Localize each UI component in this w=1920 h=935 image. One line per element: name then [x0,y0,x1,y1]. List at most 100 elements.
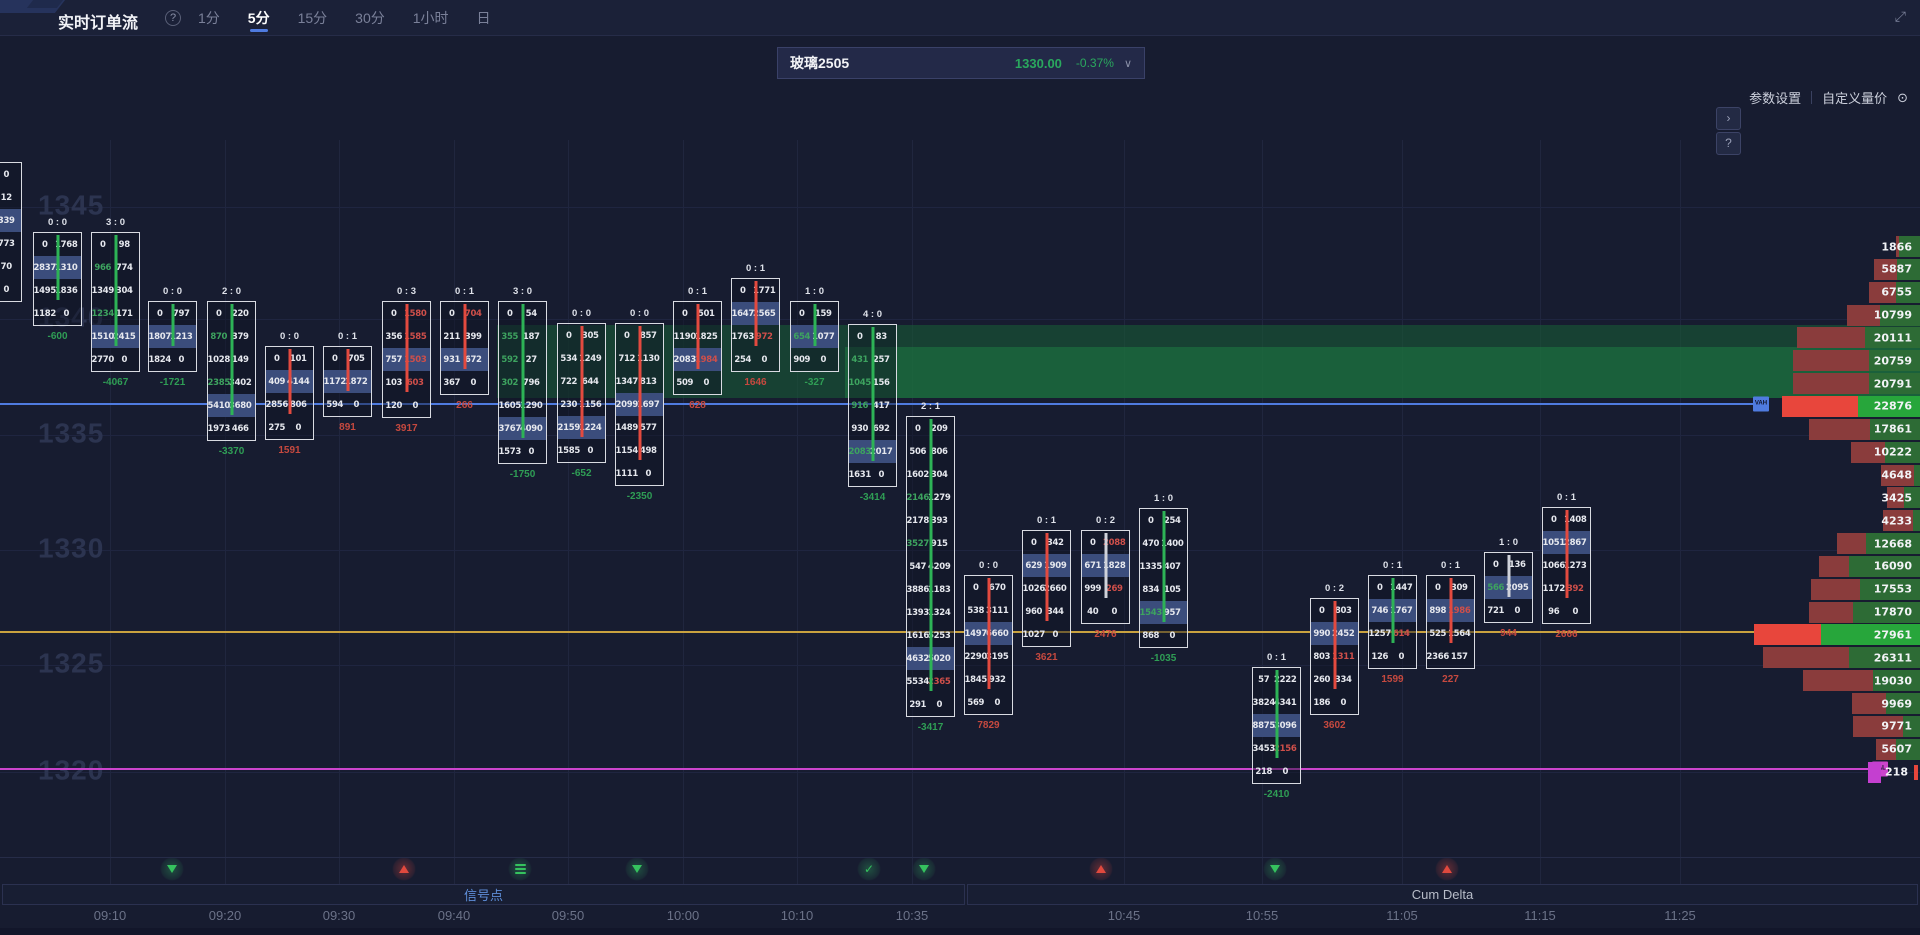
delta-direction-line [1045,533,1048,621]
bid-cell: 538 [965,599,987,622]
footprint-box: 034262919091026266096034410270 [1022,530,1071,647]
custom-volume-price-button[interactable]: 自定义量价 [1822,88,1887,107]
footprint-row: 1260 [1369,645,1416,668]
signal-panel-header[interactable]: 信号点 [2,884,965,905]
footprint-box: 012339773700 [0,162,22,302]
tab-5分[interactable]: 5分 [248,0,270,36]
bar-delta: -3414 [836,492,909,503]
time-axis-label: 10:45 [1108,908,1141,923]
bid-cell: 1347 [616,370,638,393]
ask-cell: 0 [1565,600,1587,623]
delta-direction-line [346,349,349,391]
time-axis-label: 10:55 [1246,908,1279,923]
delta-direction-line [463,304,466,369]
page-title: 实时订单流 [58,9,138,33]
cum-delta-panel-header[interactable]: Cum Delta [967,884,1918,905]
buy-volume-segment [1913,510,1920,531]
bid-cell: 990 [1311,622,1333,645]
instrument-selector[interactable]: 玻璃2505 1330.00 -0.37% ∨ [777,47,1145,79]
tab-1分[interactable]: 1分 [198,0,220,36]
sell-volume-segment [1837,533,1866,554]
bar-delta: 3602 [1298,720,1371,731]
ask-cell: 0 [1391,645,1413,668]
ask-cell: 0 [1333,691,1355,714]
volume-profile-row: 27961 [1754,624,1920,645]
signal-marker-layers[interactable] [508,857,532,881]
delta-direction-line [1565,510,1568,598]
profile-value: 12668 [1874,537,1912,550]
signal-marker-tri-down[interactable] [1263,857,1287,881]
profile-value: 20759 [1874,354,1912,367]
settings-button[interactable]: 参数设置 [1749,88,1801,107]
footprint-row: 70 [0,255,21,278]
bid-cell: 0 [1082,531,1104,554]
bid-cell: 0 [674,302,696,325]
profile-value: 17870 [1874,606,1912,619]
chart-bottom-border [0,857,1920,858]
bid-cell: 2146 [907,486,929,509]
gear-icon[interactable]: ⊙ [1897,90,1908,106]
signal-marker-tri-up[interactable] [1089,857,1113,881]
footprint-row: 2366157 [1427,645,1474,668]
profile-value: 3425 [1881,491,1912,504]
bid-cell: 916 [849,394,871,417]
bid-cell: 3886 [907,578,929,601]
ask-cell: 0 [114,348,136,371]
footprint-box: 0220870379102814923853402541036801973466 [207,301,256,441]
bar-delta: 1591 [253,445,326,456]
imbalance-header: 3 : 0 [83,217,148,228]
help-icon[interactable]: ? [165,10,181,26]
tab-15分[interactable]: 15分 [298,0,328,36]
signal-panel-label: 信号点 [464,885,503,904]
profile-value: 9969 [1881,697,1912,710]
delta-direction-line [114,235,117,346]
bid-cell: 470 [1140,532,1162,555]
panel-help-button[interactable]: ? [1716,132,1741,155]
footprint-row: 18240 [149,348,196,371]
bottom-strip [0,928,1920,935]
price-gridline [0,207,1920,208]
tab-1小时[interactable]: 1小时 [413,0,449,36]
bar-delta: -652 [545,468,618,479]
footprint-box: 07971807121318240 [148,301,197,372]
bid-cell: 898 [1427,599,1449,622]
bid-cell: 0 [1023,531,1045,554]
signal-marker-tri-down[interactable] [160,857,184,881]
delta-direction-line [1391,578,1394,643]
bid-cell: 566 [1485,576,1507,599]
tab-日[interactable]: 日 [477,0,491,36]
collapse-panel-button[interactable]: › [1716,107,1741,130]
signal-marker-tri-down[interactable] [912,857,936,881]
tri-up-glyph [399,865,409,873]
volume-profile-row: 3425 [1887,487,1920,508]
bid-cell: 629 [1023,554,1045,577]
bid-cell: 803 [1311,645,1333,668]
imbalance-header: 0 : 2 [1073,515,1138,526]
delta-direction-line [405,304,408,392]
volume-profile-row: 218 [1868,762,1920,783]
imbalance-header: 0 : 0 [607,308,672,319]
ask-cell: 0 [0,278,17,301]
time-axis-label: 09:40 [438,908,471,923]
bid-cell: 1154 [616,439,638,462]
footprint-row: 0 [0,278,21,301]
signal-marker-check[interactable]: ✓ [857,857,881,881]
footprint-box: 02544701400133540783410515439578680 [1139,508,1188,648]
bid-cell: 0 [208,302,230,325]
signal-marker-tri-down[interactable] [625,857,649,881]
bid-cell: 1602 [907,463,929,486]
bid-cell: 0 [791,302,813,325]
bid-cell: 746 [1369,599,1391,622]
bar-delta: -2350 [603,491,676,502]
bid-cell: 1497 [965,622,987,645]
bid-cell: 2837 [34,256,56,279]
cum-delta-panel-label: Cum Delta [1412,887,1473,902]
signal-marker-tri-up[interactable] [392,857,416,881]
footprint-box: 017711647256517639722540 [731,278,780,372]
signal-marker-tri-up[interactable] [1435,857,1459,881]
footprint-row: 1973466 [208,417,255,440]
tab-30分[interactable]: 30分 [355,0,385,36]
expand-icon[interactable]: ⤢ [1895,8,1906,25]
bid-cell: 2290 [965,645,987,668]
chevron-down-icon[interactable]: ∨ [1124,57,1132,70]
